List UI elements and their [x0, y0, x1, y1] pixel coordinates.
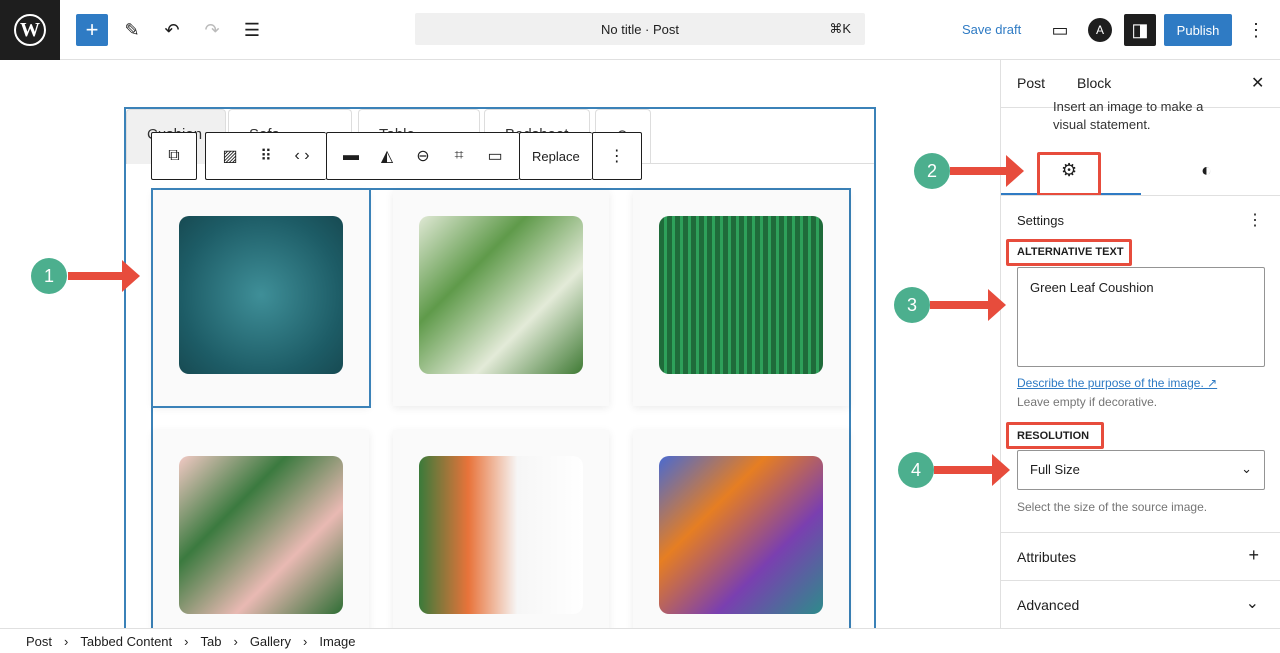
styles-icon[interactable]: ◐: [1201, 160, 1212, 181]
close-icon[interactable]: ✕: [1251, 73, 1264, 93]
breadcrumb: Post › Tabbed Content › Tab › Gallery › Imag…: [0, 628, 1280, 653]
plus-icon: +: [1248, 545, 1259, 565]
redo-icon[interactable]: ↷: [196, 14, 228, 46]
gallery-image-2[interactable]: [393, 190, 609, 406]
link-icon[interactable]: ⊖: [405, 146, 441, 166]
breadcrumb-tabbed-content[interactable]: Tabbed Content: [80, 634, 172, 649]
command-palette[interactable]: No title · Post ⌘K: [415, 13, 865, 45]
duotone-icon[interactable]: ◭: [369, 146, 405, 166]
gallery-block[interactable]: [151, 188, 851, 628]
gallery-image-5[interactable]: [393, 430, 609, 628]
annotation-badge-2: 2: [914, 153, 950, 189]
breadcrumb-image: Image: [319, 633, 356, 649]
toolbar-group-block: ▨ ⠿ ‹ ›: [205, 132, 326, 180]
gallery-icon: ⧉: [168, 147, 180, 164]
settings-options-icon[interactable]: ⋮: [1247, 210, 1263, 230]
breadcrumb-post[interactable]: Post: [26, 634, 52, 649]
chevron-down-icon: ⌄: [1245, 595, 1259, 612]
attributes-panel[interactable]: Attributes +: [1001, 532, 1280, 580]
tab-block[interactable]: Block: [1077, 75, 1111, 91]
gallery-image-6[interactable]: [633, 430, 849, 628]
image-icon[interactable]: ▨: [212, 146, 248, 166]
plugin-icon[interactable]: A: [1084, 14, 1116, 46]
save-draft-button[interactable]: Save draft: [962, 22, 1021, 37]
wordpress-logo[interactable]: W: [0, 0, 60, 60]
editor-canvas: Cushion Sofa Covers Table Cover Bedsheet…: [0, 60, 1000, 628]
settings-sidebar-toggle[interactable]: ◨: [1124, 14, 1156, 46]
publish-button[interactable]: Publish: [1164, 14, 1232, 46]
annotation-badge-1: 1: [31, 258, 67, 294]
alt-help-text: Leave empty if decorative.: [1017, 395, 1158, 409]
pencil-icon[interactable]: ✎: [116, 14, 148, 46]
tabbed-content-block[interactable]: Cushion Sofa Covers Table Cover Bedsheet…: [124, 107, 876, 628]
chevron-down-icon: ⌄: [1241, 461, 1252, 476]
block-toolbar: ⧉ ▨ ⠿ ‹ › ▬ ◭ ⊖ ⌗ ▭ Replace ⋮: [151, 132, 650, 180]
drag-handle-icon[interactable]: ⠿: [248, 146, 284, 166]
resolution-help-text: Select the size of the source image.: [1017, 500, 1208, 514]
block-description: Insert an image to make a visual statemen…: [1053, 99, 1204, 132]
crop-icon[interactable]: ⌗: [441, 147, 477, 165]
caption-icon[interactable]: ▭: [477, 146, 513, 166]
tab-post[interactable]: Post: [1017, 75, 1045, 91]
parent-block-button[interactable]: ⧉: [151, 132, 197, 180]
settings-sidebar: Post Block ✕ Insert an image to make a vi…: [1000, 60, 1280, 628]
undo-icon[interactable]: ↶: [156, 14, 188, 46]
describe-purpose-link[interactable]: Describe the purpose of the image. ↗: [1017, 376, 1217, 390]
toolbar-group-format: ▬ ◭ ⊖ ⌗ ▭: [326, 132, 519, 180]
list-view-icon[interactable]: ☰: [236, 14, 268, 46]
more-vertical-icon: ⋮: [608, 148, 625, 165]
resolution-select[interactable]: Full Size ⌄: [1017, 450, 1265, 490]
align-icon[interactable]: ▬: [333, 147, 369, 165]
annotation-arrow-2: [950, 155, 1024, 187]
advanced-panel[interactable]: Advanced ⌄: [1001, 580, 1280, 628]
gallery-image-1[interactable]: [151, 188, 371, 408]
alt-text-input[interactable]: Green Leaf Coushion: [1017, 267, 1265, 367]
settings-heading: Settings: [1017, 213, 1064, 228]
annotation-arrow-4: [934, 454, 1010, 486]
breadcrumb-gallery[interactable]: Gallery: [250, 634, 291, 649]
add-block-button[interactable]: +: [76, 14, 108, 46]
replace-button[interactable]: Replace: [519, 132, 592, 180]
gallery-image-3[interactable]: [633, 190, 849, 406]
annotation-badge-4: 4: [898, 452, 934, 488]
move-arrows-icon[interactable]: ‹ ›: [284, 147, 320, 165]
annotation-badge-3: 3: [894, 287, 930, 323]
gallery-image-4[interactable]: [153, 430, 369, 628]
annotation-arrow-1: [68, 260, 140, 292]
preview-icon[interactable]: ▭: [1044, 14, 1076, 46]
options-icon[interactable]: ⋮: [1240, 14, 1272, 46]
top-toolbar: W + ✎ ↶ ↷ ☰ No title · Post ⌘K Save draft…: [0, 0, 1280, 60]
annotation-arrow-3: [930, 289, 1006, 321]
more-options-button[interactable]: ⋮: [591, 132, 642, 180]
breadcrumb-tab[interactable]: Tab: [201, 634, 222, 649]
